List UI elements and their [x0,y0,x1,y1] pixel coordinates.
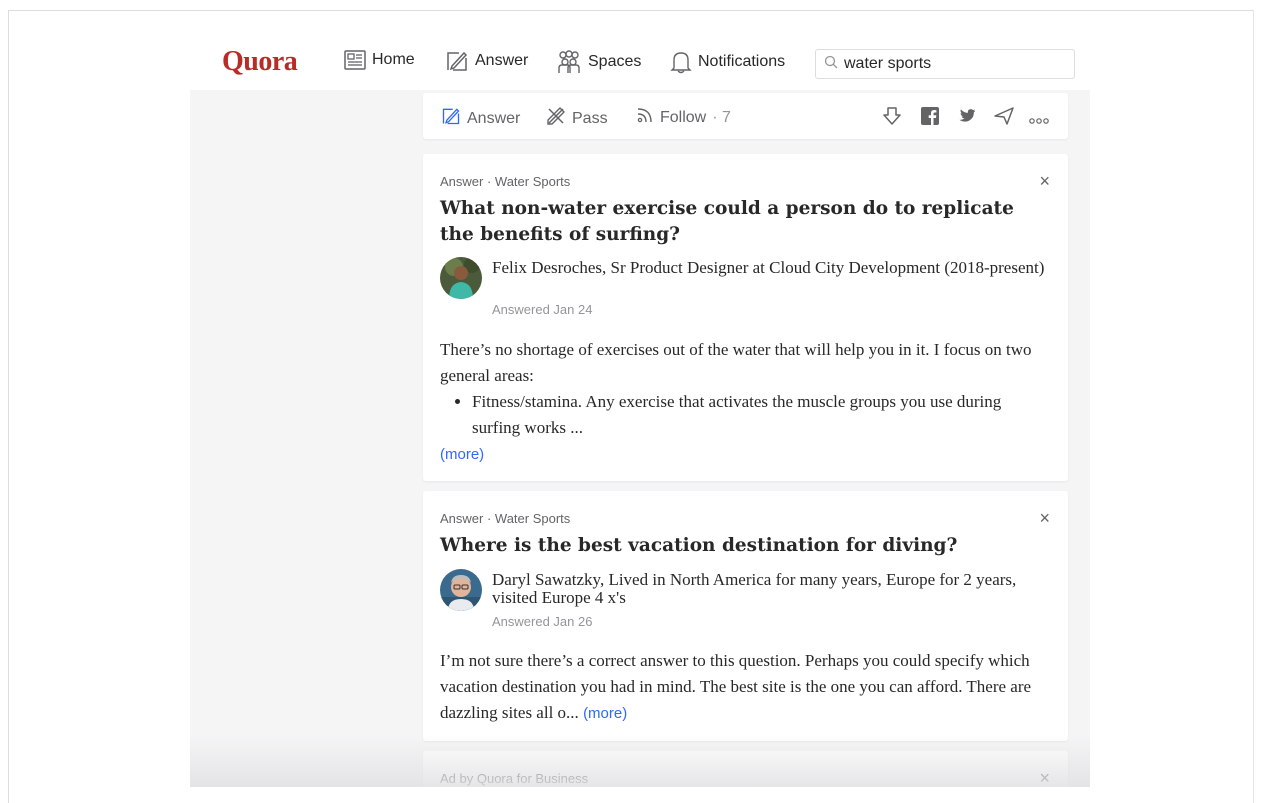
spaces-people-icon [556,50,582,74]
follow-rss-icon [636,106,654,129]
answer-card: Answer · Water Sports × What non-water e… [423,154,1068,481]
card-meta: Answer · Water Sports [440,174,571,189]
answer-intro: There’s no shortage of exercises out of … [440,340,1032,385]
top-navigation: Quora Home Answer Spaces Notifications [190,40,1090,90]
card-meta: Answer · Water Sports [440,511,571,526]
home-feed-icon [344,50,366,70]
window-top-border [8,10,1254,11]
nav-home[interactable]: Home [344,50,415,70]
answered-date: Answered Jan 26 [492,614,593,629]
search-box[interactable] [815,49,1075,79]
search-icon [824,55,838,74]
window-left-border [8,10,9,803]
quora-logo[interactable]: Quora [222,46,298,78]
question-title[interactable]: What non-water exercise could a person d… [440,196,1040,248]
avatar[interactable] [440,257,482,299]
follow-button-label: Follow [660,108,707,126]
nav-answer-label: Answer [475,52,529,69]
dismiss-button[interactable]: × [1039,509,1050,527]
nav-notifications-label: Notifications [698,53,786,70]
window-right-border [1253,10,1254,803]
pass-button[interactable]: Pass [546,106,608,131]
follow-count: · 7 [712,108,731,126]
facebook-icon[interactable] [920,106,940,131]
bell-icon [670,50,692,74]
nav-spaces-label: Spaces [588,53,642,70]
dismiss-button[interactable]: × [1039,172,1050,190]
twitter-icon[interactable] [957,106,977,131]
question-title[interactable]: Where is the best vacation destination f… [440,533,1040,559]
more-link[interactable]: (more) [583,705,627,722]
answer-bullet: Fitness/stamina. Any exercise that activ… [472,389,1050,441]
answer-body: There’s no shortage of exercises out of … [440,337,1050,468]
downvote-icon[interactable] [882,106,902,131]
pass-button-label: Pass [572,109,608,127]
more-icon[interactable] [1029,112,1049,130]
answer-button[interactable]: Answer [441,106,520,131]
answer-card: Answer · Water Sports × Where is the bes… [423,491,1068,741]
feed-area: Answer Pass Follow · 7 Answer · Water Sp… [190,90,1090,787]
share-icon[interactable] [993,106,1015,131]
nav-home-label: Home [372,51,415,68]
search-input[interactable] [844,55,1064,73]
nav-spaces[interactable]: Spaces [556,50,641,74]
dismiss-button[interactable]: × [1039,769,1050,787]
author-credential[interactable]: Felix Desroches, Sr Product Designer at … [492,259,1052,277]
answer-button-label: Answer [467,109,521,127]
avatar[interactable] [440,569,482,611]
answer-body: I’m not sure there’s a correct answer to… [440,648,1050,727]
answer-text: I’m not sure there’s a correct answer to… [440,651,1032,722]
ad-label: Ad by Quora for Business [440,771,589,786]
ad-card: Ad by Quora for Business × [423,751,1068,787]
question-action-bar: Answer Pass Follow · 7 [423,93,1068,139]
answer-pencil-icon [445,50,469,72]
nav-notifications[interactable]: Notifications [670,50,785,74]
answer-pencil-icon [441,106,461,131]
follow-button[interactable]: Follow · 7 [636,106,731,129]
answered-date: Answered Jan 24 [492,302,593,317]
nav-answer[interactable]: Answer [445,50,528,72]
answer-bullet-list: Fitness/stamina. Any exercise that activ… [440,389,1050,441]
pass-icon [546,106,566,131]
author-credential[interactable]: Daryl Sawatzky, Lived in North America f… [492,571,1052,607]
more-link[interactable]: (more) [440,446,484,463]
